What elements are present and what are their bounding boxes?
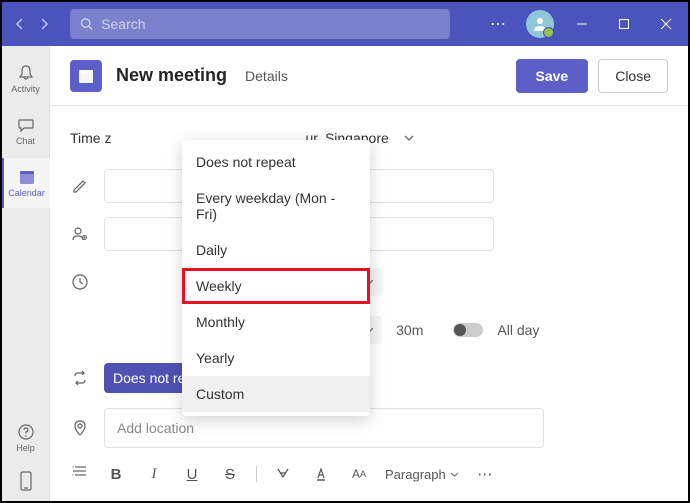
sidebar-label: Activity (11, 84, 40, 94)
content: New meeting Details Save Close Time z ur… (50, 46, 688, 501)
strike-button[interactable]: S (218, 462, 242, 486)
description-icon (70, 462, 90, 482)
allday-label: All day (497, 322, 539, 338)
sidebar-item-help[interactable]: Help (2, 413, 50, 463)
sidebar-item-activity[interactable]: Activity (2, 54, 50, 104)
font-size-button[interactable]: AA (347, 462, 371, 486)
sidebar-item-chat[interactable]: Chat (2, 106, 50, 156)
dropdown-item-does-not-repeat[interactable]: Does not repeat (182, 144, 370, 180)
sidebar-label: Chat (16, 136, 35, 146)
location-icon (70, 418, 90, 438)
maximize-button[interactable] (610, 10, 638, 38)
chevron-down-icon (450, 470, 459, 479)
font-color-button[interactable] (309, 462, 333, 486)
calendar-icon (18, 168, 36, 186)
description-editor[interactable]: Type details for this new meeting (104, 492, 668, 501)
minimize-button[interactable] (568, 10, 596, 38)
titlebar: ⋯ (2, 2, 688, 46)
search-input[interactable] (101, 16, 440, 32)
dropdown-item-daily[interactable]: Daily (182, 232, 370, 268)
dropdown-item-monthly[interactable]: Monthly (182, 304, 370, 340)
avatar[interactable] (526, 10, 554, 38)
highlight-button[interactable] (271, 462, 295, 486)
meeting-type-icon (70, 60, 102, 92)
close-button[interactable]: Close (598, 59, 668, 93)
nav-back-button[interactable] (10, 14, 30, 34)
duration-label: 30m (396, 322, 423, 338)
repeat-icon (70, 368, 90, 388)
bell-icon (17, 64, 35, 82)
timezone-label: Time z (70, 130, 111, 146)
chat-icon (17, 116, 35, 134)
clock-icon (70, 272, 90, 292)
sidebar-label: Help (16, 443, 35, 453)
pencil-icon (70, 176, 90, 196)
save-button[interactable]: Save (516, 59, 589, 93)
more-button[interactable]: ⋯ (484, 10, 512, 38)
person-icon (532, 16, 548, 32)
help-icon (17, 423, 35, 441)
dropdown-item-yearly[interactable]: Yearly (182, 340, 370, 376)
allday-toggle[interactable] (453, 323, 483, 337)
sidebar-label: Calendar (8, 188, 45, 198)
chevron-down-icon (403, 132, 415, 144)
more-format-button[interactable]: ⋯ (473, 462, 497, 486)
sidebar-item-device[interactable] (18, 471, 34, 493)
dropdown-item-weekly[interactable]: Weekly (182, 268, 370, 304)
search-icon (80, 17, 93, 31)
sidebar: Activity Chat Calendar Help (2, 46, 50, 501)
underline-button[interactable]: U (180, 462, 204, 486)
page-header: New meeting Details Save Close (50, 46, 688, 106)
italic-button[interactable]: I (142, 462, 166, 486)
calendar-icon (77, 67, 95, 85)
nav-forward-button[interactable] (34, 14, 54, 34)
window-close-button[interactable] (652, 10, 680, 38)
device-icon (18, 471, 34, 493)
tab-details[interactable]: Details (245, 68, 288, 84)
bold-button[interactable]: B (104, 462, 128, 486)
paragraph-select[interactable]: Paragraph (385, 467, 459, 482)
dropdown-item-every-weekday[interactable]: Every weekday (Mon - Fri) (182, 180, 370, 232)
page-title: New meeting (116, 65, 227, 86)
repeat-dropdown-menu: Does not repeat Every weekday (Mon - Fri… (182, 140, 370, 416)
search-box[interactable] (70, 9, 450, 39)
people-icon (70, 224, 90, 244)
dropdown-item-custom[interactable]: Custom (182, 376, 370, 412)
editor-toolbar: B I U S AA Paragraph ⋯ (104, 456, 668, 492)
sidebar-item-calendar[interactable]: Calendar (2, 158, 50, 208)
